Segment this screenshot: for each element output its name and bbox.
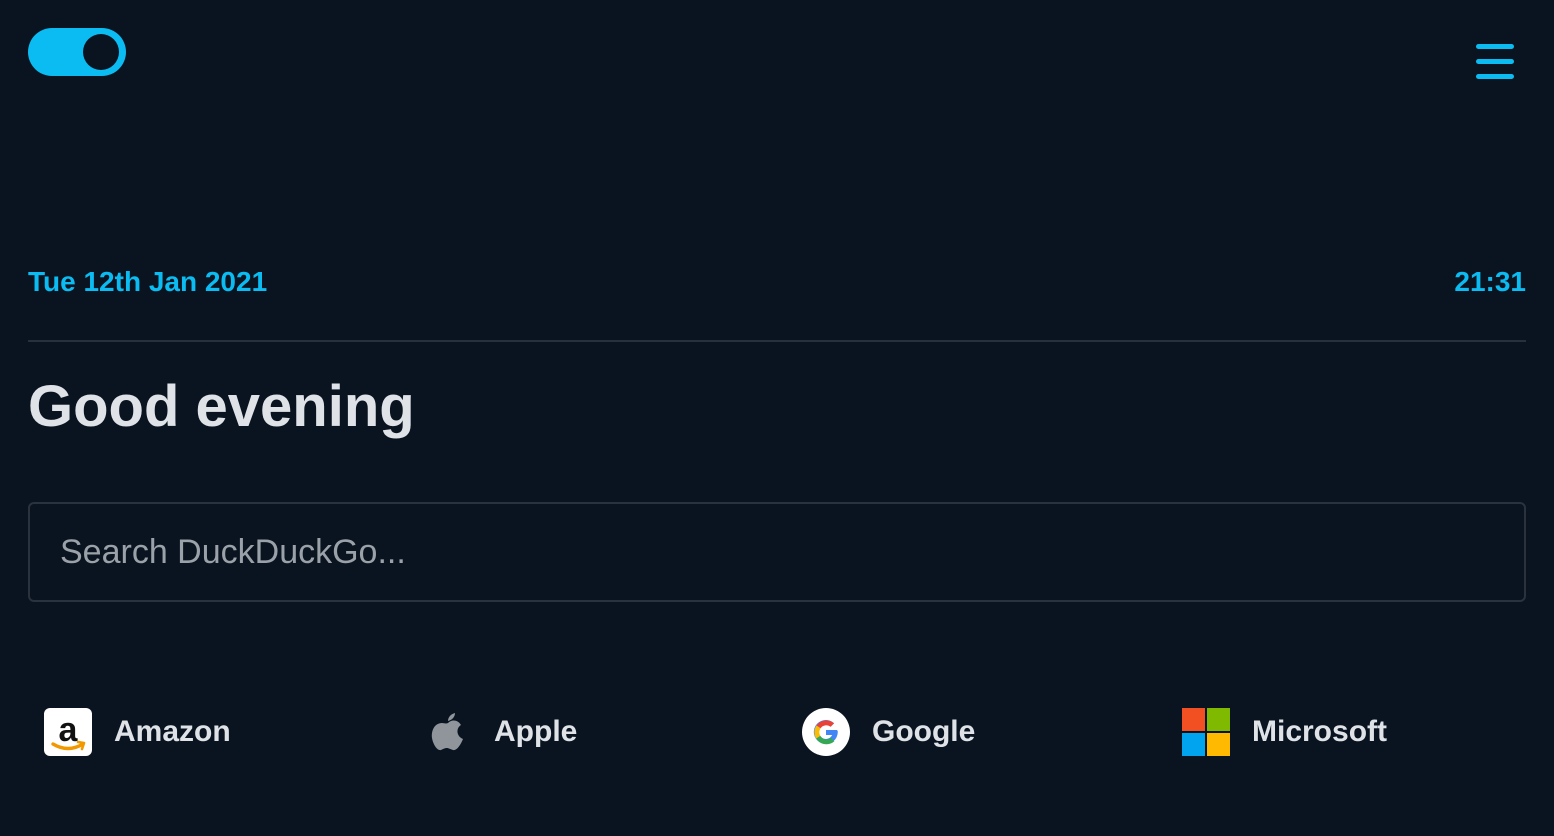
toggle-knob xyxy=(83,34,119,70)
bookmark-apple[interactable]: Apple xyxy=(424,706,577,758)
divider xyxy=(28,340,1526,342)
current-date: Tue 12th Jan 2021 xyxy=(28,266,268,297)
bookmark-amazon[interactable]: a Amazon xyxy=(44,706,231,758)
bookmark-label: Apple xyxy=(494,715,578,748)
current-time: 21:31 xyxy=(1454,266,1526,297)
amazon-logo-icon: a xyxy=(44,708,92,756)
svg-text:a: a xyxy=(59,711,79,749)
search-input[interactable] xyxy=(30,504,1524,600)
bookmark-label: Google xyxy=(872,715,976,748)
apple-logo-icon xyxy=(424,708,472,756)
theme-toggle[interactable] xyxy=(28,28,126,76)
microsoft-logo-icon xyxy=(1182,708,1230,756)
greeting-heading: Good evening xyxy=(28,374,415,439)
bookmark-microsoft[interactable]: Microsoft xyxy=(1182,706,1387,758)
bookmark-label: Amazon xyxy=(114,715,231,748)
bookmark-label: Microsoft xyxy=(1252,715,1387,748)
moon-icon xyxy=(47,42,57,62)
bookmark-list: a Amazon Apple Google Microsoft xyxy=(44,706,1524,758)
search-box[interactable] xyxy=(28,502,1526,602)
google-logo-icon xyxy=(802,708,850,756)
hamburger-menu-icon[interactable] xyxy=(1474,44,1516,80)
date-time-bar: Tue 12th Jan 2021 21:31 xyxy=(28,262,1526,302)
bookmark-google[interactable]: Google xyxy=(802,706,975,758)
